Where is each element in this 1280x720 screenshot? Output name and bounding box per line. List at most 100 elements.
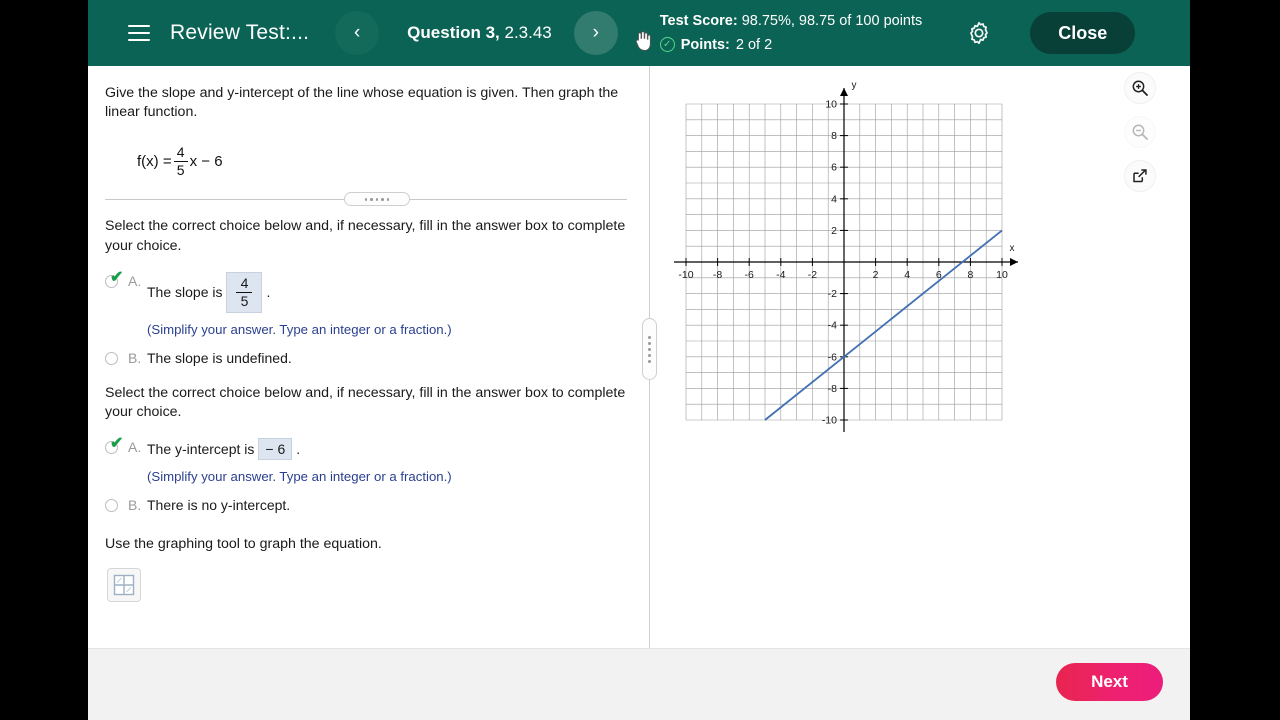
y-intercept-text: The y-intercept is <box>147 441 255 458</box>
radio-wrap[interactable] <box>105 351 121 367</box>
previous-question-button[interactable]: ‹ <box>335 11 380 55</box>
radio-button[interactable] <box>105 499 118 513</box>
hamburger-bar <box>128 32 150 34</box>
test-score-value: 98.75%, 98.75 of 100 points <box>741 13 923 30</box>
test-score-label: Test Score: <box>659 13 738 30</box>
slope-text: The slope is <box>147 284 223 301</box>
question-panel: Give the slope and y-intercept of the li… <box>88 66 649 648</box>
section1-choice-a-letter: A. <box>128 273 142 290</box>
points-value: 2 of 2 <box>735 36 773 53</box>
section1-choice-a-hint: (Simplify your answer. Type an integer o… <box>147 321 452 337</box>
equation-lhs: f(x) = <box>137 152 172 170</box>
slope-answer-box[interactable]: 4 5 <box>226 272 263 313</box>
svg-text:-4: -4 <box>776 269 785 281</box>
hamburger-icon[interactable] <box>122 16 156 50</box>
popout-glyph <box>1133 169 1147 183</box>
close-button[interactable]: Close <box>1030 12 1136 54</box>
test-score-line: Test Score: 98.75%, 98.75 of 100 points <box>660 10 923 32</box>
radio-wrap[interactable]: ✔ <box>105 270 123 290</box>
svg-text:4: 4 <box>831 193 837 205</box>
correct-check-icon: ✔ <box>110 435 124 453</box>
svg-text:-4: -4 <box>828 320 837 332</box>
zoom-out-icon[interactable] <box>1124 116 1156 148</box>
equation-denominator: 5 <box>176 161 185 178</box>
hamburger-bar <box>128 39 150 41</box>
section2-prompt: Select the correct choice below and, if … <box>105 384 626 421</box>
svg-text:-10: -10 <box>822 415 837 427</box>
section1-choice-a-body: The slope is 4 5 . (Simplify your answer… <box>147 272 627 337</box>
section2-choice-a-body: The y-intercept is − 6 . (Simplify your … <box>147 438 627 484</box>
check-circle-icon: ✓ <box>659 37 675 53</box>
score-block: Test Score: 98.75%, 98.75 of 100 points … <box>659 10 923 56</box>
section1-choice-b[interactable]: B. The slope is undefined. <box>105 349 627 367</box>
zoom-in-icon[interactable] <box>1124 72 1156 104</box>
equation-fraction: 4 5 <box>173 143 188 178</box>
section1-choice-a[interactable]: ✔ A. The slope is 4 5 . (Simplify your a… <box>105 270 627 337</box>
svg-text:10: 10 <box>996 269 1008 281</box>
splitter-dot <box>370 198 373 201</box>
section2-choice-b[interactable]: B. There is no y-intercept. <box>105 496 627 514</box>
section2-choice-a-hint: (Simplify your answer. Type an integer o… <box>147 469 452 485</box>
question-number: 2.3.43 <box>504 23 552 42</box>
section2-choice-b-text: There is no y-intercept. <box>147 497 291 514</box>
function-equation: f(x) = 4 5 x − 6 <box>137 145 627 177</box>
next-button[interactable]: Next <box>1056 663 1163 701</box>
svg-text:-2: -2 <box>808 269 817 281</box>
svg-text:2: 2 <box>831 225 837 237</box>
graph-instruction: Use the graphing tool to graph the equat… <box>105 536 382 553</box>
slope-numerator: 4 <box>240 275 249 292</box>
four-quadrant-grid-icon[interactable] <box>107 568 141 603</box>
points-line: ✓ Points: 2 of 2 <box>659 34 923 56</box>
radio-button[interactable] <box>105 351 118 365</box>
review-test-title[interactable]: Review Test:... <box>170 21 309 45</box>
svg-text:2: 2 <box>873 269 879 281</box>
svg-text:-8: -8 <box>828 383 837 395</box>
section1-prompt: Select the correct choice below and, if … <box>105 218 626 254</box>
svg-text:-2: -2 <box>828 288 837 300</box>
graph-panel: -10 -8 -6 -4 -2 2 4 6 8 10 -10 -8 -6 -4 -2 2 4 6 8 10 x y <box>650 66 1190 648</box>
zoom-in-glyph <box>1132 80 1148 96</box>
question-label: Question 3, 2.3.43 <box>407 23 552 43</box>
zoom-out-glyph <box>1132 124 1148 140</box>
question-label-text: Question 3, <box>407 23 500 42</box>
svg-text:6: 6 <box>831 162 837 174</box>
radio-wrap[interactable] <box>105 498 121 514</box>
svg-text:4: 4 <box>904 269 910 281</box>
points-label: Points: <box>680 36 730 53</box>
svg-text:8: 8 <box>831 130 837 142</box>
section2-choice-b-letter: B. <box>128 497 142 514</box>
svg-text:y: y <box>852 80 857 91</box>
section1-choice-b-letter: B. <box>128 349 142 366</box>
y-intercept-answer-box[interactable]: − 6 <box>258 438 293 461</box>
section1-choice-a-main: The slope is 4 5 . <box>147 272 627 313</box>
svg-text:8: 8 <box>967 269 973 281</box>
splitter-dot <box>375 198 379 201</box>
radio-wrap[interactable]: ✔ <box>105 436 123 456</box>
svg-text:10: 10 <box>825 99 837 111</box>
next-question-button[interactable]: › <box>573 11 618 55</box>
equation-numerator: 4 <box>176 143 185 160</box>
footer-bar: Next <box>88 648 1190 720</box>
mathxl-app: Review Test:... ‹ Question 3, 2.3.43 › T… <box>88 0 1190 720</box>
slope-text-after: . <box>266 284 271 301</box>
expand-popout-icon[interactable] <box>1124 160 1156 192</box>
horizontal-divider <box>105 192 627 207</box>
graph-tools <box>1124 72 1156 192</box>
graph-svg[interactable]: -10 -8 -6 -4 -2 2 4 6 8 10-10-8-6-4-2246810xy <box>666 76 1026 456</box>
grid-glyph <box>113 575 135 596</box>
mouse-cursor-hand-icon <box>635 31 651 51</box>
slope-denominator: 5 <box>240 292 249 309</box>
splitter-dot <box>364 198 368 201</box>
question-stem: Give the slope and y-intercept of the li… <box>105 85 619 121</box>
svg-text:-6: -6 <box>745 269 754 281</box>
svg-text:x: x <box>1010 243 1015 254</box>
content-area: Give the slope and y-intercept of the li… <box>88 66 1190 648</box>
coordinate-graph[interactable]: -10 -8 -6 -4 -2 2 4 6 8 10 -10 -8 -6 -4 -2 2 4 6 8 10 x y <box>666 76 1026 461</box>
horizontal-splitter-handle[interactable] <box>344 192 410 207</box>
gear-icon[interactable] <box>966 20 992 46</box>
y-intercept-text-after: . <box>296 441 301 458</box>
section2-choice-a[interactable]: ✔ A. The y-intercept is − 6 . (Simplify … <box>105 436 627 484</box>
equation-rhs: x − 6 <box>189 152 223 170</box>
section2-choice-a-letter: A. <box>128 439 142 456</box>
svg-text:-6: -6 <box>828 351 837 363</box>
